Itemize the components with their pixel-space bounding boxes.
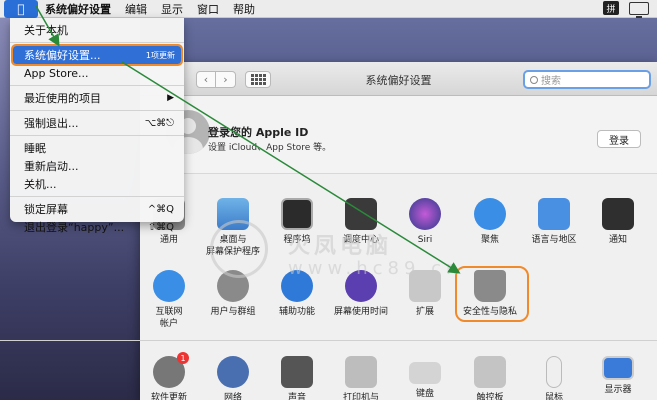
menu-view[interactable]: 显示 <box>154 1 190 17</box>
menu-edit[interactable]: 编辑 <box>118 1 154 17</box>
display-icon <box>602 356 634 380</box>
pane-dock[interactable]: 程序坞 <box>265 198 329 246</box>
screen-time-icon <box>345 270 377 302</box>
menu-sleep[interactable]: 睡眠 <box>10 139 184 157</box>
mouse-icon <box>546 356 562 388</box>
keyboard-icon <box>409 362 441 384</box>
desktop-icon <box>217 198 249 230</box>
input-method-icon[interactable]: 拼 <box>603 1 619 15</box>
search-placeholder: 搜索 <box>541 76 561 87</box>
pane-displays[interactable]: 显示器 <box>586 356 650 396</box>
menu-separator <box>10 135 184 136</box>
pane-network[interactable]: 网络 <box>201 356 265 400</box>
menu-recent-items[interactable]: 最近使用的项目 ▶ <box>10 89 184 107</box>
pane-accessibility[interactable]: 辅助功能 <box>265 270 329 318</box>
software-update-icon: 1 <box>153 352 189 388</box>
pane-mouse[interactable]: 鼠标 <box>522 356 586 400</box>
notifications-icon <box>602 198 634 230</box>
pane-divider <box>0 340 657 341</box>
apple-id-subtitle: 设置 iCloud、App Store 等。 <box>208 143 332 153</box>
menu-app-name[interactable]: 系统偏好设置 <box>38 1 118 17</box>
shortcut: ^⌘Q <box>147 203 174 215</box>
shortcut: ⌥⌘⎋ <box>144 117 174 129</box>
apple-menu-icon[interactable]:  <box>4 0 38 18</box>
spotlight-icon <box>474 198 506 230</box>
menu-separator <box>10 196 184 197</box>
menu-bar:  系统偏好设置 编辑 显示 窗口 帮助 拼 <box>0 0 657 18</box>
pane-users[interactable]: 用户与群组 <box>201 270 265 318</box>
apple-menu-dropdown: 关于本机 系统偏好设置... 1项更新 App Store... 最近使用的项目… <box>10 18 184 234</box>
pane-printers[interactable]: 打印机与 <box>329 356 393 400</box>
pane-internet-accounts[interactable]: 互联网 帐户 <box>137 270 201 330</box>
menu-separator <box>10 42 184 43</box>
menu-help[interactable]: 帮助 <box>226 1 262 17</box>
internet-accounts-icon <box>153 270 185 302</box>
pane-extensions[interactable]: 扩展 <box>393 270 457 318</box>
login-button[interactable]: 登录 <box>597 130 641 148</box>
pane-keyboard[interactable]: 键盘 <box>393 356 457 400</box>
menu-separator <box>10 85 184 86</box>
update-badge: 1项更新 <box>145 50 175 60</box>
menu-system-preferences[interactable]: 系统偏好设置... 1项更新 <box>11 44 183 66</box>
printer-icon <box>345 356 377 388</box>
pane-notifications[interactable]: 通知 <box>586 198 650 246</box>
accessibility-icon <box>281 270 313 302</box>
pane-desktop[interactable]: 桌面与 屏幕保护程序 <box>201 198 265 258</box>
sound-icon <box>281 356 313 388</box>
menu-shut-down[interactable]: 关机... <box>10 175 184 193</box>
menu-app-store[interactable]: App Store... <box>10 64 184 82</box>
trackpad-icon <box>474 356 506 388</box>
search-field[interactable]: 搜索 <box>523 70 651 89</box>
menu-restart[interactable]: 重新启动... <box>10 157 184 175</box>
users-icon <box>217 270 249 302</box>
pane-software-update[interactable]: 1 软件更新 <box>137 352 201 400</box>
window-titlebar: ‹ › 系统偏好设置 搜索 <box>140 62 657 96</box>
update-count-badge: 1 <box>177 352 189 364</box>
dock-icon <box>281 198 313 230</box>
pane-mission-control[interactable]: 调度中心 <box>329 198 393 246</box>
search-icon <box>530 75 538 84</box>
extensions-icon <box>409 270 441 302</box>
mission-control-icon <box>345 198 377 230</box>
pane-language[interactable]: 语言与地区 <box>522 198 586 246</box>
apple-id-title: 登录您的 Apple ID <box>208 126 309 139</box>
menu-window[interactable]: 窗口 <box>190 1 226 17</box>
siri-icon <box>409 198 441 230</box>
pane-trackpad[interactable]: 触控板 <box>458 356 522 400</box>
pane-siri[interactable]: Siri <box>393 198 457 246</box>
network-icon <box>217 356 249 388</box>
menu-log-out[interactable]: 退出登录“happy”... ⇧⌘Q <box>10 218 184 236</box>
submenu-arrow-icon: ▶ <box>167 93 174 103</box>
menu-separator <box>10 110 184 111</box>
security-highlight <box>455 266 529 322</box>
pane-spotlight[interactable]: 聚焦 <box>458 198 522 246</box>
pane-screen-time[interactable]: 屏幕使用时间 <box>329 270 393 318</box>
language-icon <box>538 198 570 230</box>
menu-lock-screen[interactable]: 锁定屏幕 ^⌘Q <box>10 200 184 218</box>
menu-force-quit[interactable]: 强制退出... ⌥⌘⎋ <box>10 114 184 132</box>
shortcut: ⇧⌘Q <box>147 221 174 233</box>
airplay-display-icon[interactable] <box>629 1 649 18</box>
menu-about-this-mac[interactable]: 关于本机 <box>10 21 184 39</box>
pane-sound[interactable]: 声音 <box>265 356 329 400</box>
